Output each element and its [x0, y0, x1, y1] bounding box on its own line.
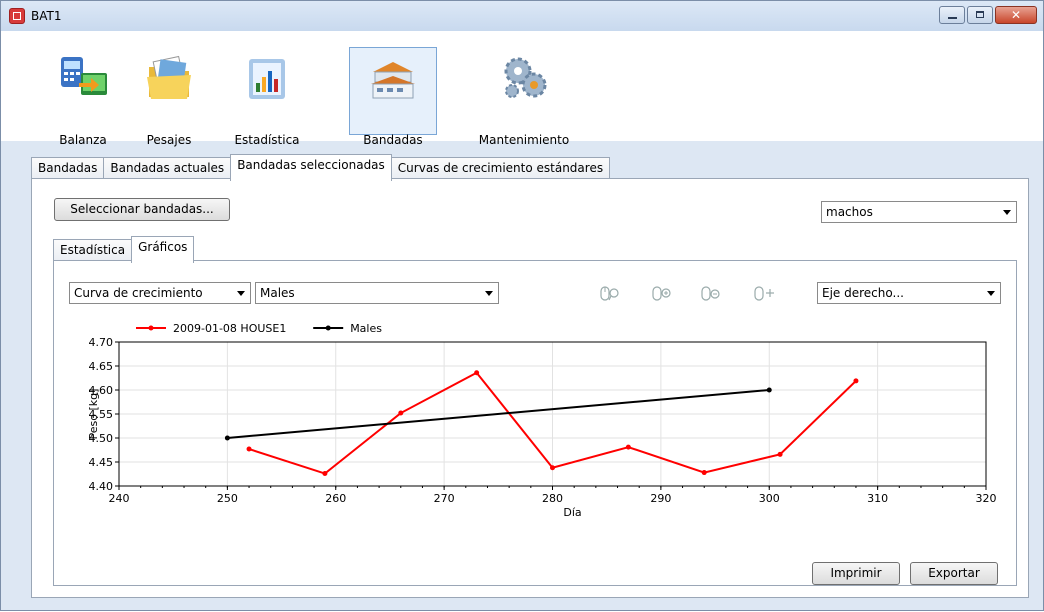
app-window: BAT1 ✕ Balanza Pesajes Estadística Banda…: [0, 0, 1044, 611]
data-point: [474, 370, 480, 376]
x-axis-label: Día: [563, 506, 581, 519]
x-tick-label: 280: [542, 492, 563, 505]
data-point: [398, 410, 404, 416]
data-point: [625, 444, 631, 450]
data-point: [550, 465, 555, 471]
y-tick-label: 4.45: [89, 456, 114, 469]
x-tick-label: 310: [867, 492, 888, 505]
legend-label: Males: [350, 322, 382, 335]
y-tick-label: 4.65: [89, 360, 114, 373]
y-tick-label: 4.70: [89, 336, 114, 349]
tab-graficos[interactable]: Gráficos: [131, 236, 195, 263]
legend-marker: [148, 325, 154, 331]
x-tick-label: 260: [325, 492, 346, 505]
x-tick-label: 270: [434, 492, 455, 505]
y-tick-label: 4.40: [89, 480, 114, 493]
growth-chart: 240 250 260 270 280 290 300 310 3204.404.454.504…: [87, 322, 997, 519]
data-point: [322, 471, 328, 477]
x-tick-label: 320: [976, 492, 997, 505]
x-tick-label: 300: [759, 492, 780, 505]
x-tick-label: 240: [109, 492, 130, 505]
data-point: [701, 470, 707, 476]
print-button[interactable]: Imprimir: [812, 562, 900, 585]
x-tick-label: 290: [650, 492, 671, 505]
data-point: [766, 387, 772, 393]
y-axis-label: Peso [kg]: [87, 389, 100, 440]
tab-bandadas-seleccionadas[interactable]: Bandadas seleccionadas: [230, 154, 392, 181]
data-point: [246, 446, 252, 452]
x-tick-label: 250: [217, 492, 238, 505]
legend-marker: [325, 325, 331, 331]
data-point: [224, 435, 230, 441]
data-point: [853, 378, 859, 384]
export-button[interactable]: Exportar: [910, 562, 998, 585]
data-point: [777, 451, 783, 457]
legend-label: 2009-01-08 HOUSE1: [173, 322, 286, 335]
